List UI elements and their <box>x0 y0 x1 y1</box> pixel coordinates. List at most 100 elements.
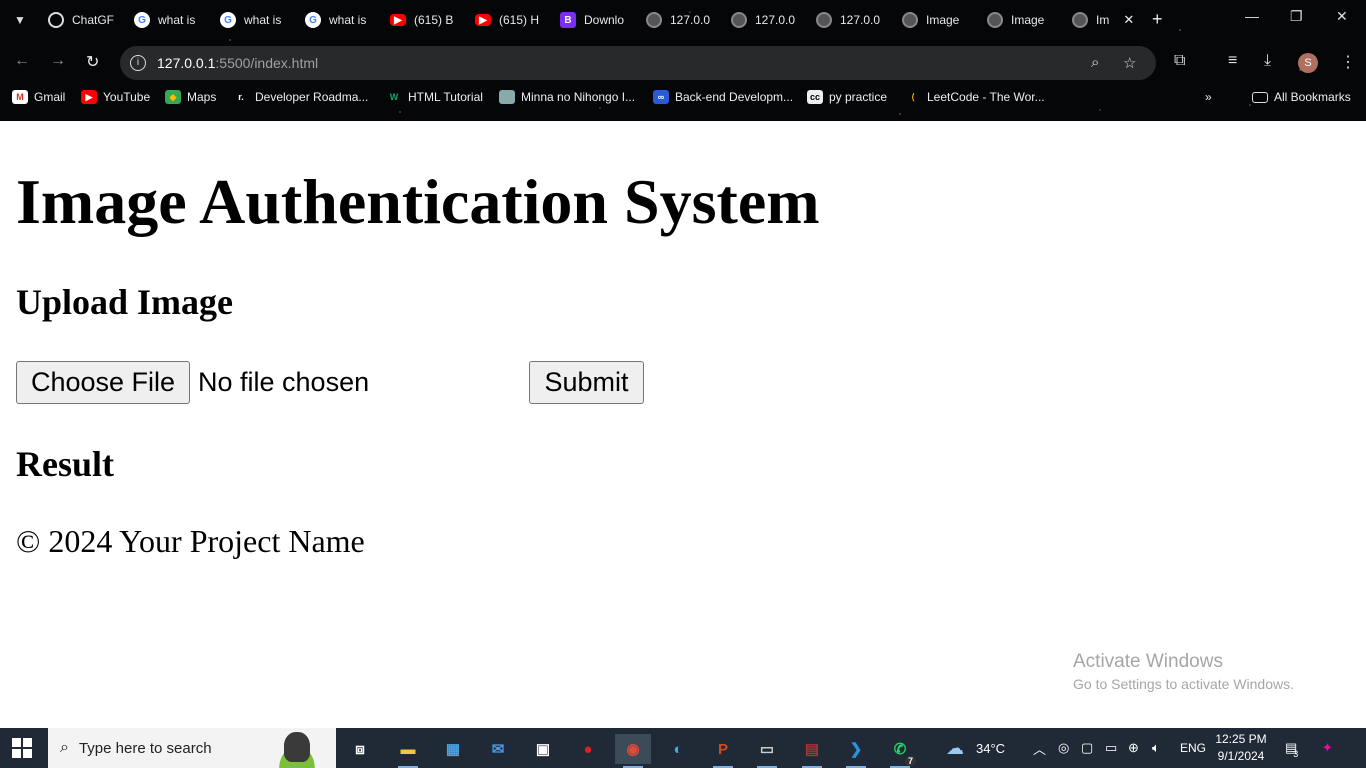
bookmark-star-icon[interactable]: ☆ <box>1123 54 1136 72</box>
result-heading: Result <box>16 444 114 484</box>
submit-button[interactable]: Submit <box>529 361 644 404</box>
url-text[interactable]: 127.0.0.1:5500/index.html <box>157 55 318 71</box>
maps-icon: ◆ <box>165 90 181 104</box>
downloads-icon[interactable]: ⤓ <box>1264 52 1271 70</box>
whatsapp-badge: 7 <box>904 756 916 766</box>
tab[interactable]: Image <box>983 8 1065 32</box>
tab[interactable]: ▶ (615) H <box>471 8 553 32</box>
windows-start-icon[interactable] <box>12 738 32 758</box>
microsoft-store-icon[interactable]: ▦ <box>435 734 471 764</box>
page-title: Image Authentication System <box>16 166 820 237</box>
bookmark-item[interactable]: ⟨ LeetCode - The Wor... <box>905 90 1044 104</box>
coursera-icon: ∞ <box>653 90 669 104</box>
tab[interactable]: 127.0.0 <box>642 8 724 32</box>
bookmark-item[interactable]: ▶ YouTube <box>81 90 150 104</box>
more-bookmarks-icon[interactable]: » <box>1205 90 1212 104</box>
tab[interactable]: Image <box>898 8 980 32</box>
activate-windows-watermark: Activate Windows Go to Settings to activ… <box>1073 651 1294 692</box>
back-icon[interactable]: ← <box>14 52 30 70</box>
media-controls-icon[interactable]: ≡ <box>1228 52 1237 70</box>
zoom-icon[interactable]: ⌕ <box>1091 54 1099 71</box>
notifications-icon[interactable]: ▤ 3 <box>1285 728 1298 768</box>
search-icon: ⌕ <box>60 739 69 756</box>
chatgpt-icon <box>48 12 64 28</box>
tab[interactable]: 127.0.0 <box>727 8 809 32</box>
new-tab-icon[interactable]: + <box>1152 9 1163 30</box>
close-tab-icon[interactable]: ✕ <box>1123 12 1134 28</box>
google-icon: G <box>220 12 236 28</box>
bookmark-item[interactable]: ∞ Back-end Developm... <box>653 90 793 104</box>
tab[interactable]: Gwhat is <box>301 8 383 32</box>
taskbar-search-box[interactable]: ⌕ Type here to search <box>48 728 336 768</box>
tab[interactable]: Gwhat is <box>130 8 212 32</box>
all-bookmarks-button[interactable]: All Bookmarks <box>1252 90 1351 104</box>
tab[interactable]: ChatGF <box>44 8 126 32</box>
roadmap-icon: r. <box>238 92 244 102</box>
taskbar: ⌕ Type here to search ⧈ ▬ ▦ ✉ ▣ ● ◉ ◐ P … <box>0 728 1366 768</box>
choose-file-button[interactable]: Choose File <box>16 361 190 404</box>
jetbrains-icon[interactable]: ▣ <box>525 734 561 764</box>
chrome-icon[interactable]: ◉ <box>615 734 651 768</box>
footer-text: © 2024 Your Project Name <box>16 523 365 559</box>
extensions-icon[interactable]: ⧉ <box>1174 52 1185 70</box>
language-indicator[interactable]: ENG <box>1180 728 1206 768</box>
weather-widget[interactable]: ☁ 34°C <box>946 728 1005 768</box>
task-view-icon[interactable]: ⧈ <box>342 734 378 764</box>
tab[interactable]: ▶ (615) B <box>386 8 468 32</box>
cloud-sun-icon: ☁ <box>946 737 964 758</box>
terminal-icon[interactable]: ▭ <box>749 734 785 768</box>
address-bar[interactable]: i 127.0.0.1:5500/index.html ⌕ ☆ <box>120 46 1156 80</box>
system-clock[interactable]: 12:25 PM 9/1/2024 <box>1214 731 1268 765</box>
reload-icon[interactable]: ↻ <box>86 52 99 72</box>
globe-icon <box>731 12 747 28</box>
powerpoint-icon[interactable]: P <box>705 734 741 768</box>
profile-avatar[interactable]: S <box>1298 53 1318 73</box>
minimize-icon[interactable]: — <box>1245 8 1259 24</box>
tab[interactable]: 127.0.0 <box>812 8 894 32</box>
gmail-icon: M <box>12 90 28 104</box>
show-hidden-icons-icon[interactable]: ︿ <box>1033 728 1046 768</box>
tab-active[interactable]: Im ✕ <box>1068 8 1140 32</box>
tab[interactable]: B Downlo <box>556 8 638 32</box>
bookmark-item[interactable]: cc py practice <box>807 90 887 104</box>
youtube-icon: ▶ <box>390 14 406 26</box>
google-icon: G <box>134 12 150 28</box>
whatsapp-icon[interactable]: ✆ 7 <box>882 734 918 768</box>
tab-search-icon[interactable]: ▼ <box>10 10 30 30</box>
meet-now-icon[interactable]: ◎ <box>1058 728 1069 768</box>
battery-icon[interactable]: ▭ <box>1105 728 1117 768</box>
bookmark-item[interactable]: ◆ Maps <box>165 90 216 104</box>
youtube-icon: ▶ <box>475 14 491 26</box>
mail-icon[interactable]: ✉ <box>480 734 516 764</box>
bookmark-item[interactable]: W HTML Tutorial <box>386 90 483 104</box>
forward-icon[interactable]: → <box>50 52 66 70</box>
network-icon[interactable]: ⊕ <box>1128 728 1139 768</box>
edge-icon[interactable]: ◐ <box>660 734 696 764</box>
menu-kebab-icon[interactable]: ⋮ <box>1340 52 1356 72</box>
winrar-icon[interactable]: ▤ <box>794 734 830 768</box>
bookmark-item[interactable]: r. Developer Roadma... <box>233 90 368 104</box>
tray-app-icon[interactable]: ▢ <box>1081 728 1093 768</box>
bookmarks-bar: M Gmail ▶ YouTube ◆ Maps r. Developer Roadma… <box>0 88 1366 112</box>
site-info-icon[interactable]: i <box>130 55 146 71</box>
file-explorer-icon[interactable]: ▬ <box>390 734 426 768</box>
restore-icon[interactable]: ❐ <box>1290 8 1303 25</box>
toolbar: ← → ↻ i 127.0.0.1:5500/index.html ⌕ ☆ <box>0 44 1366 82</box>
copilot-icon[interactable]: ✦ <box>1322 728 1333 768</box>
bookmark-image-icon <box>499 90 515 104</box>
close-window-icon[interactable]: ✕ <box>1336 8 1348 25</box>
folder-icon <box>1252 91 1268 103</box>
tab[interactable]: Gwhat is <box>216 8 298 32</box>
globe-icon <box>987 12 1003 28</box>
upload-heading: Upload Image <box>16 282 234 322</box>
opera-icon[interactable]: ● <box>570 734 606 764</box>
bookmark-item[interactable]: Minna no Nihongo I... <box>499 90 635 104</box>
vscode-icon[interactable]: ❯ <box>838 734 874 768</box>
google-icon: G <box>305 12 321 28</box>
w3schools-icon: W <box>389 92 399 102</box>
bootstrap-icon: B <box>560 12 576 28</box>
volume-icon[interactable]: 🔈︎ <box>1152 728 1160 768</box>
bookmark-item[interactable]: M Gmail <box>12 90 65 104</box>
youtube-icon: ▶ <box>81 90 97 104</box>
cc-icon: cc <box>807 90 823 104</box>
